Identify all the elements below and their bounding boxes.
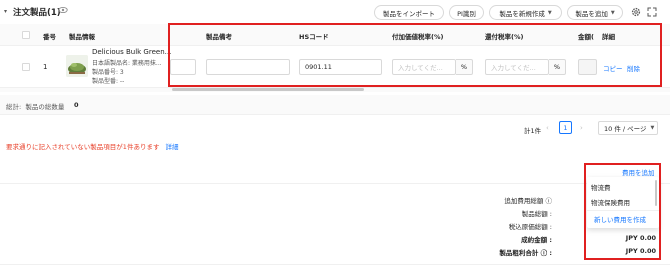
vat-rate-input[interactable]: 入力してくだ... [392, 59, 456, 75]
eye-icon[interactable] [58, 5, 68, 15]
chevron-down-icon: ▼ [610, 9, 615, 16]
current-page-button[interactable]: 1 [559, 121, 572, 134]
deal-amount-label: 成約金額 : [521, 236, 552, 244]
warning-text: 要求通りに記入されていない製品項目が1件あります [6, 143, 160, 151]
chevron-down-icon: ▼ [547, 9, 552, 16]
settings-icon[interactable] [631, 7, 641, 17]
rebate-rate-unit: % [549, 59, 566, 75]
pi-recognition-button[interactable]: PI識別 [449, 5, 484, 20]
table-header [0, 24, 670, 46]
dropdown-divider [587, 210, 659, 211]
row-checkbox[interactable] [22, 63, 30, 71]
create-product-button[interactable]: 製品を新規作成 ▼ [489, 5, 562, 20]
total-product-label: 製品総額 : [521, 210, 552, 218]
delete-row-link[interactable]: 削除 [627, 63, 640, 73]
bottom-border [0, 264, 670, 265]
summary-value: 0 [74, 101, 79, 109]
amount-input[interactable] [578, 59, 597, 75]
col-index-header: 番号 [43, 33, 56, 41]
product-number: 製品番号: 3 [92, 69, 124, 76]
partial-input-field[interactable] [170, 59, 196, 75]
summary-bar [0, 95, 670, 115]
row-index: 1 [43, 63, 48, 71]
copy-row-link[interactable]: コピー [603, 63, 623, 73]
col-details-header: 詳細 [602, 33, 615, 41]
import-products-button[interactable]: 製品をインポート [374, 5, 444, 20]
col-amount-header: 金額( [578, 33, 594, 41]
product-model: 製品型番: -- [92, 78, 125, 85]
product-name[interactable]: Delicious Bulk Green... [92, 48, 171, 56]
next-page-icon[interactable]: › [580, 124, 583, 132]
summary-label: 総計: 製品の総数量 [6, 103, 65, 111]
product-jp-name: 日本語製品名: 業務用抹... [92, 60, 162, 67]
page-size-select[interactable]: 10 件 / ページ ▼ [598, 121, 658, 135]
fee-option-logistics[interactable]: 物流費 [591, 182, 611, 192]
create-new-fee-button[interactable]: 新しい費用を作成 [594, 214, 646, 224]
rebate-rate-input[interactable]: 入力してくだ... [485, 59, 549, 75]
pagination-total: 計1件 [524, 127, 542, 135]
add-product-button[interactable]: 製品を追加 ▼ [567, 5, 623, 20]
prev-page-icon[interactable]: ‹ [546, 124, 549, 132]
warning-details-link[interactable]: 詳細 [166, 143, 179, 151]
header-select-all-checkbox[interactable] [22, 31, 30, 39]
add-fee-link[interactable]: 費用を追加 [622, 167, 655, 177]
product-remark-input[interactable] [206, 59, 290, 75]
validation-warning: 要求通りに記入されていない製品項目が1件あります 詳細 [6, 141, 179, 151]
deal-amount-value: JPY 0.00 [625, 234, 656, 242]
col-hscode-header: HSコード [299, 33, 329, 41]
section-title: 注文製品(1) [13, 8, 61, 18]
chevron-down-icon: ▼ [650, 125, 655, 131]
total-cost-incl-tax-label: 税込原価総額 : [508, 223, 552, 231]
scrollbar-thumb[interactable] [172, 88, 364, 91]
product-thumbnail [66, 55, 88, 77]
gross-profit-total-value: JPY 0.00 [625, 247, 656, 255]
gross-profit-total-label: 製品粗利合計 ⓘ : [499, 249, 552, 257]
hs-code-input[interactable]: 0901.11 [299, 59, 382, 75]
fullscreen-icon[interactable] [647, 7, 657, 17]
vat-rate-unit: % [456, 59, 473, 75]
dropdown-scrollbar[interactable] [655, 180, 657, 206]
fee-option-logistics-insurance[interactable]: 物流保険費用 [591, 197, 630, 207]
section-collapse-icon[interactable]: ▾ [4, 8, 7, 15]
col-info-header: 製品情報 [69, 33, 95, 41]
col-rebate-header: 還付税率(%) [485, 33, 524, 41]
col-remark-header: 製品備考 [206, 33, 232, 41]
total-extra-fees-label: 追加費用総額 ⓘ [504, 197, 552, 205]
col-vat-header: 付加価値税率(%) [392, 33, 444, 41]
section-divider [0, 183, 670, 184]
